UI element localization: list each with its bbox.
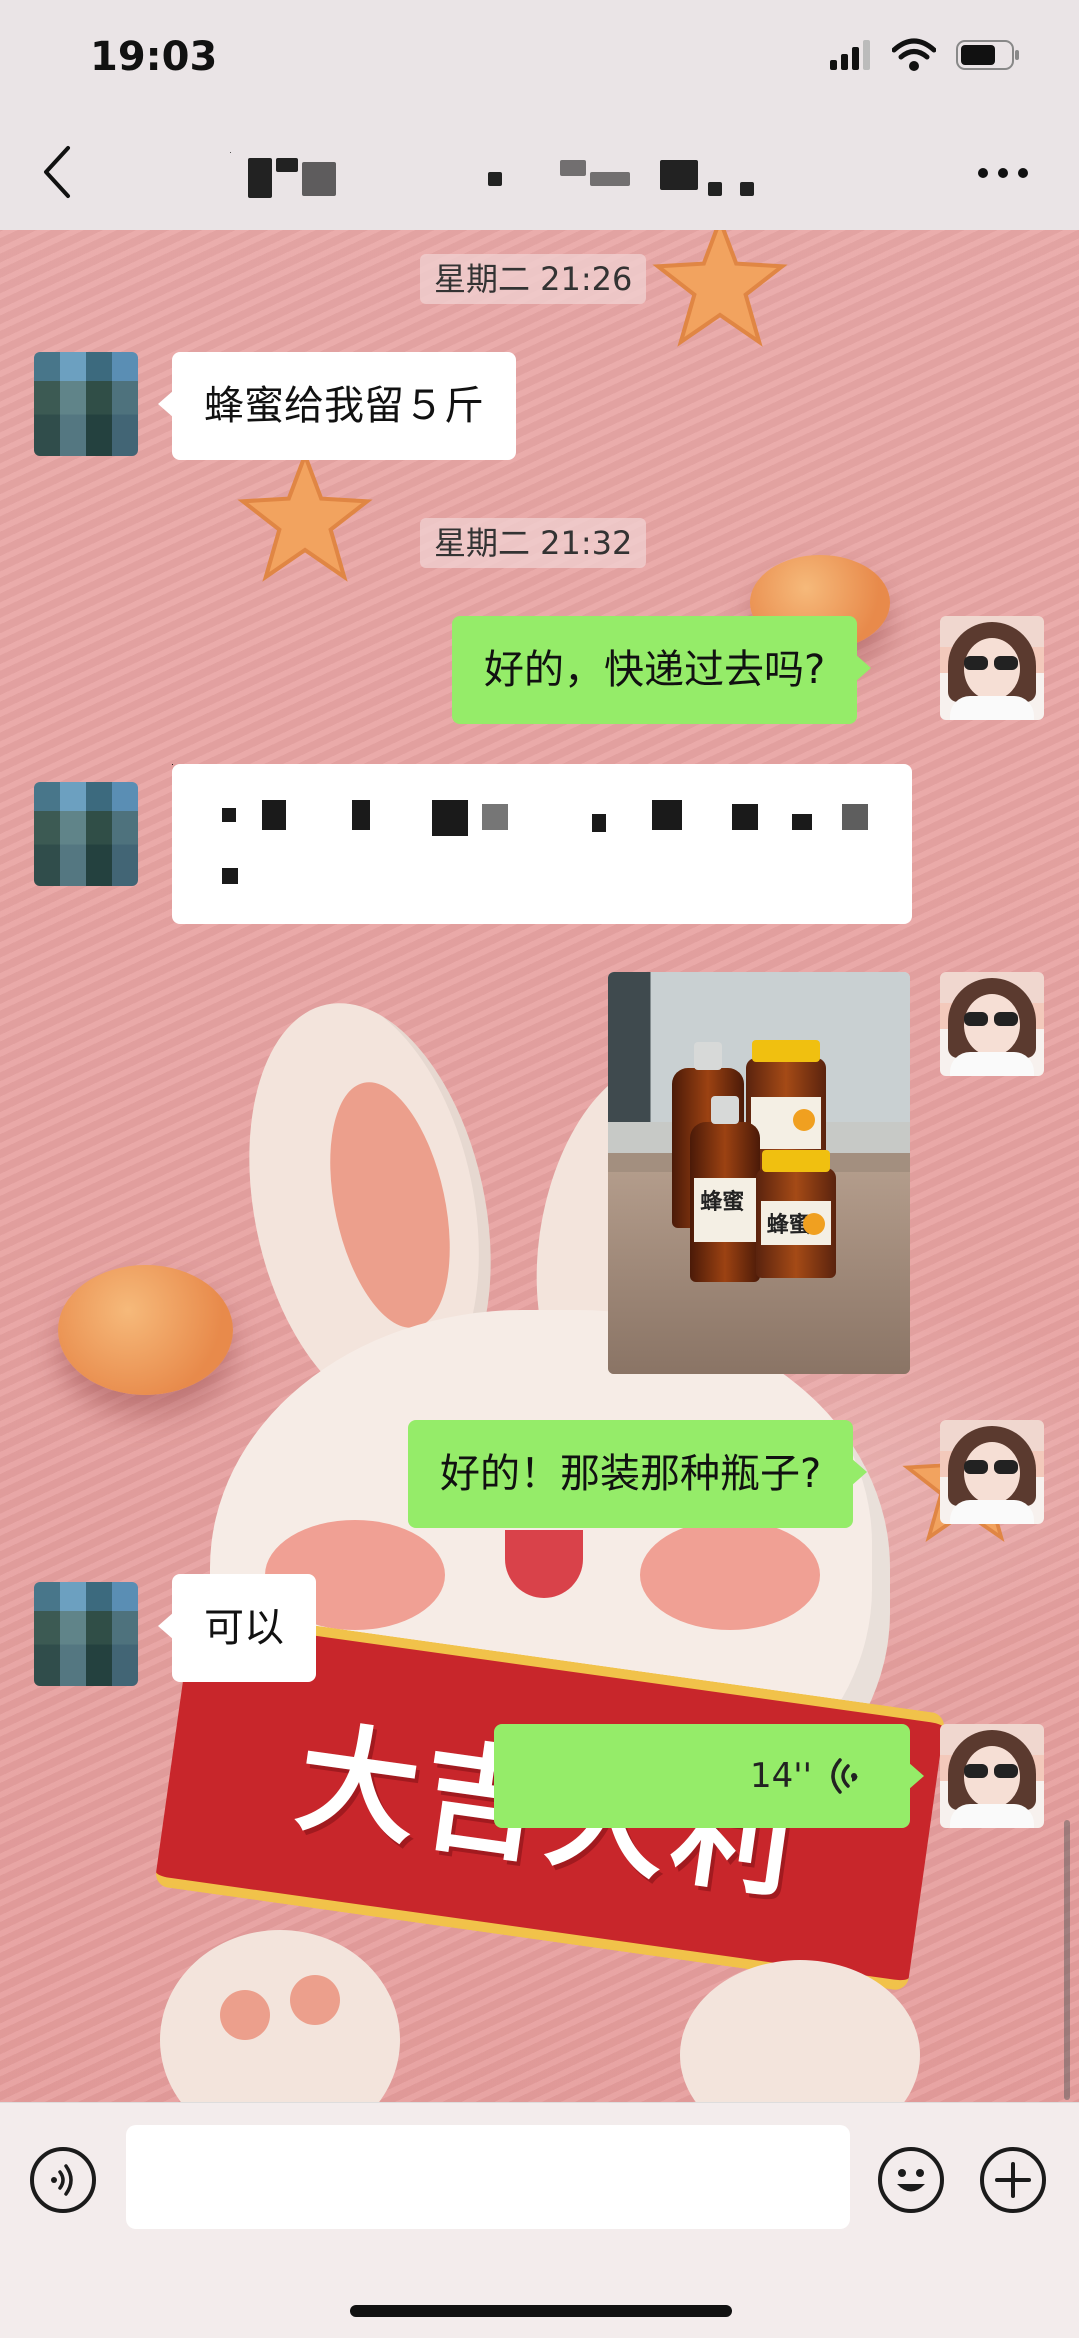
received-message[interactable]: 蜂蜜给我留５斤 [158,352,516,460]
contact-avatar[interactable] [34,782,138,886]
honey-jar: 蜂蜜 [756,1150,836,1278]
wifi-icon [892,38,936,71]
image-message[interactable]: 蜂蜜 蜂蜜 蜂蜜 [608,972,910,1374]
my-avatar[interactable] [940,972,1044,1076]
emoji-button[interactable] [878,2147,944,2213]
chat-background [0,0,1079,2337]
voice-wave-icon [831,1758,858,1794]
voice-mode-icon [51,2164,73,2196]
contact-avatar[interactable] [34,352,138,456]
message-input[interactable] [126,2125,850,2229]
gold-nugget-decoration [58,1265,233,1395]
bunny-paw-pad [290,1975,340,2025]
voice-message[interactable]: 14'' [494,1724,924,1828]
battery-icon [956,40,1019,70]
plus-button[interactable] [980,2147,1046,2213]
voice-duration: 14'' [750,1756,812,1796]
plus-icon [995,2162,1031,2198]
timestamp: 星期二 21:32 [420,518,647,568]
bunny-cheek [640,1520,820,1630]
signal-icon [830,40,870,70]
status-bar: 19:03 [0,0,1079,118]
honey-bottle: 蜂蜜 [690,1096,760,1282]
jar-label-text: 蜂蜜 [700,1190,745,1215]
my-avatar[interactable] [940,1724,1044,1828]
received-message[interactable]: 可以 [158,1574,316,1682]
star-decoration [237,450,373,582]
back-icon[interactable] [38,142,78,202]
received-message-redacted[interactable]: ████████████████ [172,764,912,924]
star-decoration [652,215,788,347]
status-time: 19:03 [90,34,218,80]
my-avatar[interactable] [940,616,1044,720]
input-bar [0,2102,1079,2338]
sent-message[interactable]: 好的！那装那种瓶子? [408,1420,868,1528]
bunny-paw-pad [220,1990,270,2040]
chat-title: ████ ██ ███ ██ [230,152,231,153]
my-avatar[interactable] [940,1420,1044,1524]
emoji-icon [897,2169,925,2192]
sent-message[interactable]: 好的，快递过去吗? [452,616,872,724]
redacted-message-text: ████████████████ [172,764,173,765]
scrollbar[interactable] [1064,1820,1070,2100]
voice-mode-button[interactable] [30,2147,96,2213]
timestamp: 星期二 21:26 [420,254,647,304]
contact-avatar[interactable] [34,1582,138,1686]
chat-title-redacted: ████ ██ ███ ██ [230,152,830,200]
chat-header: ████ ██ ███ ██ [0,118,1079,230]
more-icon[interactable] [976,166,1030,180]
home-indicator[interactable] [350,2305,732,2317]
